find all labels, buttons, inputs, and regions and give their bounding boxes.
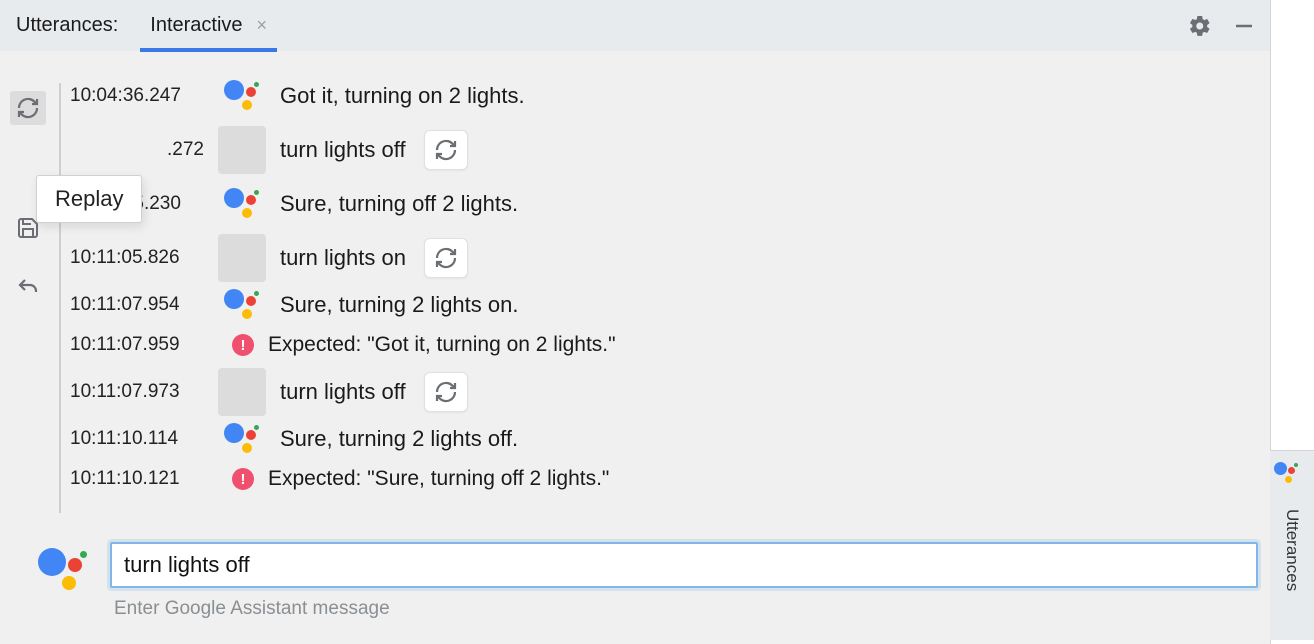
message-input-box[interactable]: [110, 542, 1258, 588]
replay-utterance-button[interactable]: [424, 238, 468, 278]
log-row: 10:06:55.230 Sure, turning off 2 lights.: [62, 177, 1260, 231]
timestamp: 10:11:07.954: [70, 294, 204, 316]
scrollbar[interactable]: [1296, 4, 1310, 444]
timestamp: .272: [70, 139, 204, 161]
timeline-line: [59, 83, 61, 513]
log-row: 10:11:05.826 turn lights on: [62, 231, 1260, 285]
user-avatar: [218, 126, 266, 174]
message-text: turn lights off: [280, 379, 406, 405]
main-panel: Utterances: Interactive ×: [0, 0, 1270, 644]
message-input[interactable]: [122, 551, 1246, 579]
assistant-avatar: [218, 180, 266, 228]
message-text: Expected: "Sure, turning off 2 lights.": [268, 467, 609, 491]
panel-body: Replay 10:04:36.247 Got it, turning on 2…: [0, 51, 1270, 644]
replay-tooltip: Replay: [36, 175, 142, 223]
timestamp: 10:11:10.114: [70, 428, 204, 450]
assistant-avatar: [218, 72, 266, 120]
log-row: .272 turn lights off: [62, 123, 1260, 177]
input-wrap: Enter Google Assistant message: [110, 542, 1258, 620]
assistant-logo-icon: [224, 78, 260, 114]
rail-tab-label: Utterances: [1282, 509, 1302, 591]
log-row: 10:04:36.247 Got it, turning on 2 lights…: [62, 69, 1260, 123]
assistant-logo-icon: [224, 421, 260, 457]
message-text: Sure, turning 2 lights off.: [280, 426, 518, 452]
message-text: Sure, turning 2 lights on.: [280, 292, 518, 318]
header-title-area: Utterances: Interactive ×: [12, 0, 273, 51]
input-assistant-avatar: [38, 542, 92, 546]
log-row: 10:11:07.973 turn lights off: [62, 365, 1260, 419]
tab-interactive[interactable]: Interactive ×: [144, 0, 273, 51]
error-icon: !: [232, 334, 254, 356]
message-text: turn lights on: [280, 245, 406, 271]
timestamp: 10:04:36.247: [70, 85, 204, 107]
message-text: Got it, turning on 2 lights.: [280, 83, 525, 109]
header-actions: [1188, 0, 1256, 51]
close-tab-icon[interactable]: ×: [257, 15, 268, 36]
timestamp: 10:11:10.121: [70, 468, 204, 490]
input-hint: Enter Google Assistant message: [110, 598, 1258, 620]
replay-all-button[interactable]: [10, 91, 46, 125]
user-avatar: [218, 368, 266, 416]
message-text: Expected: "Got it, turning on 2 lights.": [268, 333, 616, 357]
error-icon: !: [232, 468, 254, 490]
assistant-logo-icon: [224, 287, 260, 323]
right-rail: Utterances: [1270, 0, 1314, 644]
log-rows: 10:04:36.247 Got it, turning on 2 lights…: [62, 69, 1260, 499]
panel-title: Utterances:: [12, 12, 122, 39]
log-row: 10:11:07.959 ! Expected: "Got it, turnin…: [62, 325, 1260, 365]
log-row: 10:11:07.954 Sure, turning 2 lights on.: [62, 285, 1260, 325]
message-text: Sure, turning off 2 lights.: [280, 191, 518, 217]
undo-button[interactable]: [10, 271, 46, 305]
assistant-logo-icon: [1274, 461, 1310, 497]
timestamp: 10:11:05.826: [70, 247, 204, 269]
replay-utterance-button[interactable]: [424, 130, 468, 170]
header-bar: Utterances: Interactive ×: [0, 0, 1270, 51]
message-text: turn lights off: [280, 137, 406, 163]
user-avatar: [218, 234, 266, 282]
tab-label: Interactive: [150, 14, 242, 37]
tooltip-label: Replay: [55, 186, 123, 211]
timestamp: 10:11:07.973: [70, 381, 204, 403]
minimize-icon[interactable]: [1232, 14, 1256, 38]
timestamp: 10:11:07.959: [70, 334, 204, 356]
input-area: Enter Google Assistant message: [38, 542, 1258, 620]
replay-utterance-button[interactable]: [424, 372, 468, 412]
assistant-avatar: [218, 281, 266, 329]
log-row: 10:11:10.114 Sure, turning 2 lights off.: [62, 419, 1260, 459]
gear-icon[interactable]: [1188, 14, 1212, 38]
assistant-logo-icon: [224, 186, 260, 222]
assistant-avatar: [218, 415, 266, 463]
rail-tab-utterances[interactable]: Utterances: [1270, 450, 1314, 640]
log-row: 10:11:10.121 ! Expected: "Sure, turning …: [62, 459, 1260, 499]
app-root: Utterances: Interactive ×: [0, 0, 1314, 644]
